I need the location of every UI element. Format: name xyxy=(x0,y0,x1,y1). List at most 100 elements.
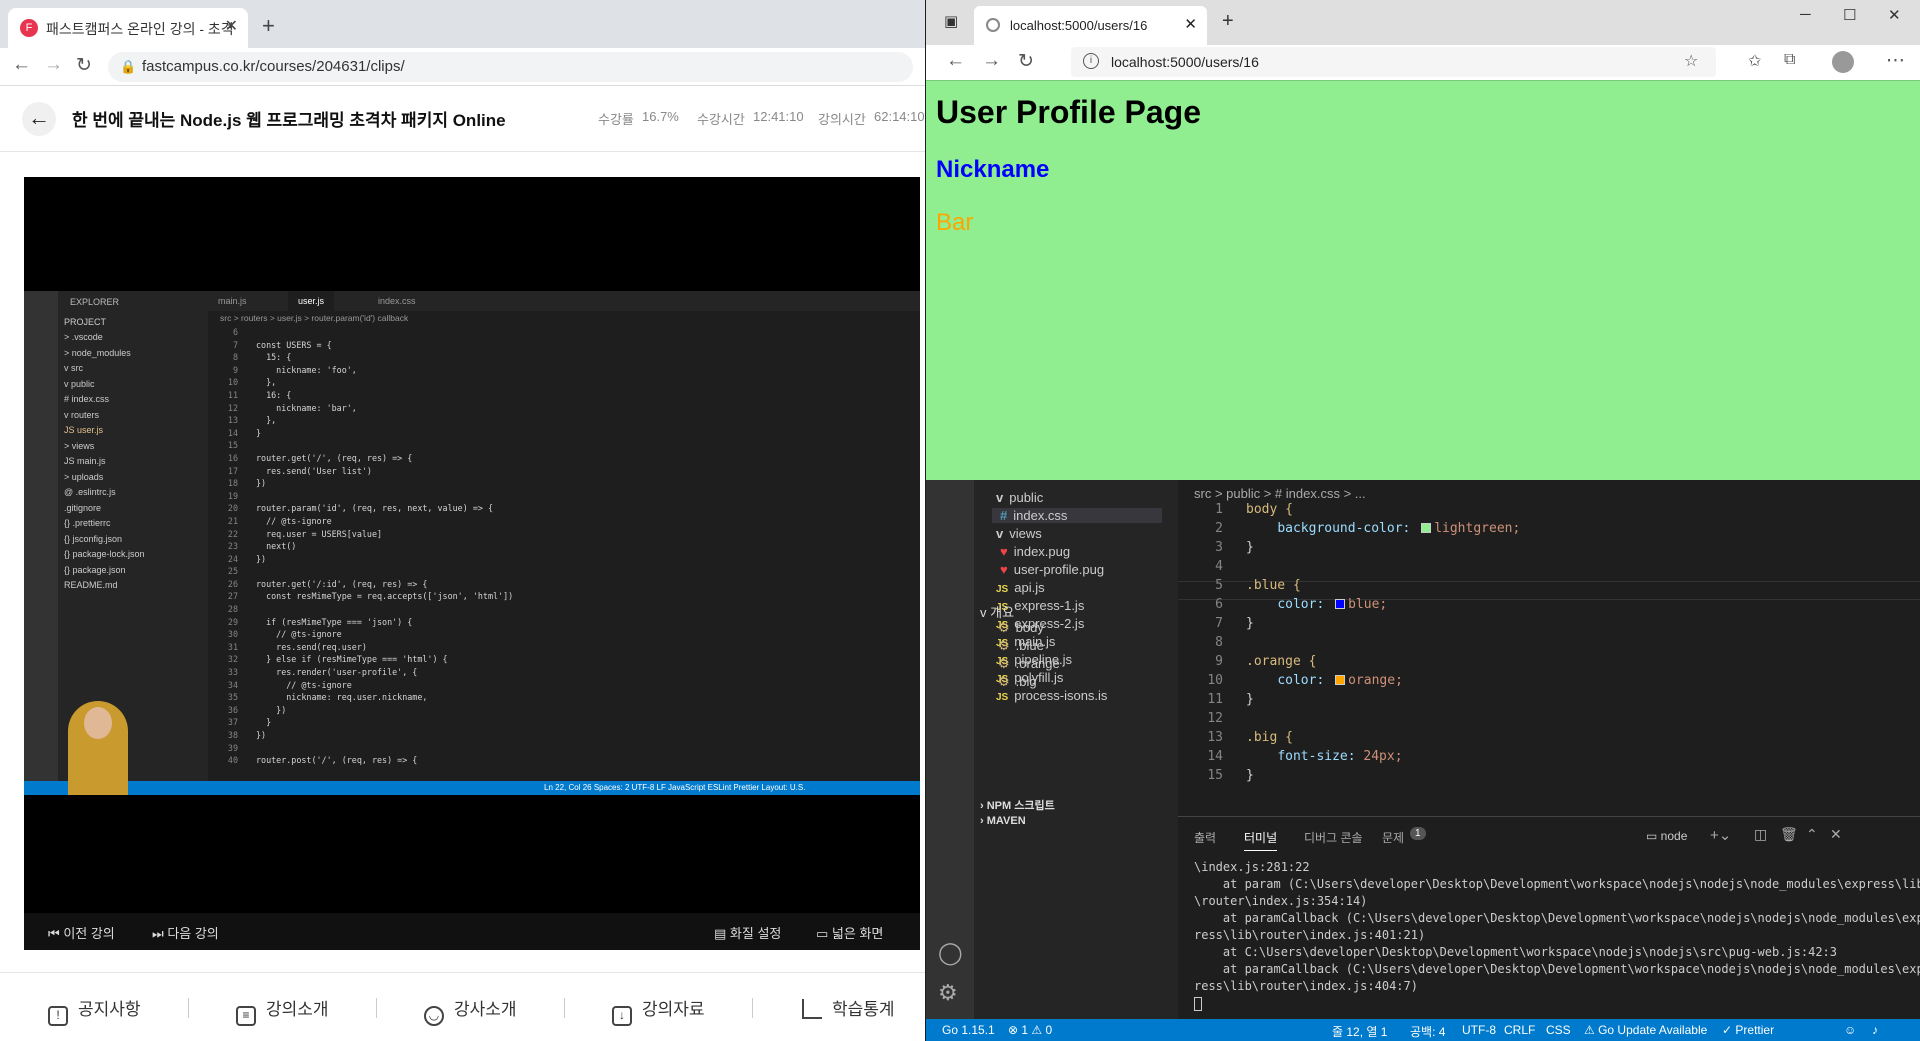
chevron-down-icon: v xyxy=(996,526,1004,541)
outline-item[interactable]: ⚙ .big xyxy=(998,674,1037,690)
terminal-output[interactable]: \index.js:281:22 at param (C:\Users\deve… xyxy=(1194,859,1920,995)
npm-scripts-section[interactable]: › NPM 스크립트 xyxy=(980,797,1055,813)
panel-tab-output[interactable]: 출력 xyxy=(1194,829,1216,846)
footer-tab-stats[interactable]: 학습통계 xyxy=(802,995,895,1020)
reload-icon[interactable]: ↻ xyxy=(1018,50,1034,73)
right-nav-bar: ← → ↻ i localhost:5000/users/16 ☆ ✩ ⧉ ⋯ xyxy=(926,45,1920,80)
right-address-bar[interactable]: i localhost:5000/users/16 xyxy=(1071,47,1716,77)
outline-header[interactable]: v 개요 xyxy=(980,602,1014,621)
close-tab-icon[interactable]: ✕ xyxy=(225,16,238,36)
forward-icon[interactable]: → xyxy=(44,54,63,76)
folder-item[interactable]: v views xyxy=(996,526,1042,541)
account-icon[interactable]: ◯ xyxy=(938,940,963,966)
line-ending[interactable]: CRLF xyxy=(1504,1023,1535,1037)
left-tab-strip: F 패스트캠퍼스 온라인 강의 - 초격 ✕ + xyxy=(0,0,925,48)
split-terminal-icon[interactable]: ◫ xyxy=(1754,826,1767,843)
next-lecture-label: 다음 강의 xyxy=(167,926,219,941)
color-swatch-icon[interactable] xyxy=(1335,675,1346,685)
maximize-icon[interactable]: ☐ xyxy=(1843,6,1856,24)
more-menu-icon[interactable]: ⋯ xyxy=(1886,49,1905,72)
file-item[interactable]: ♥ user-profile.pug xyxy=(1000,562,1104,577)
file-item[interactable]: ♥ index.pug xyxy=(1000,544,1070,559)
color-swatch-icon[interactable] xyxy=(1421,523,1432,533)
profile-avatar[interactable] xyxy=(1832,51,1854,73)
code-line: .blue { xyxy=(1246,578,1301,593)
quality-button[interactable]: ▤ 화질 설정 xyxy=(714,923,781,942)
collections-icon[interactable]: ⧉ xyxy=(1784,51,1795,69)
errors-warnings[interactable]: ⊗ 1 ⚠ 0 xyxy=(1008,1023,1052,1037)
footer-tab-instructor[interactable]: ◡ 강사소개 xyxy=(424,995,517,1026)
encoding[interactable]: UTF-8 xyxy=(1462,1023,1496,1037)
go-version[interactable]: Go 1.15.1 xyxy=(942,1023,995,1037)
video-player[interactable]: EXPLORER PROJECT > .vscode > node_modules v… xyxy=(24,177,920,950)
cursor-position[interactable]: 줄 12, 열 1 xyxy=(1332,1023,1387,1040)
video-tree-item: README.md xyxy=(64,580,118,590)
bottom-panel: 출력 터미널 디버그 콘솔 문제 1 ▭ node +⌄ ◫ 🗑 ⌃ ✕ \in… xyxy=(1178,816,1920,1019)
right-tab-strip: ▣ localhost:5000/users/16 ✕ + ─ ☐ ✕ xyxy=(926,0,1920,45)
code-line: } xyxy=(1246,692,1254,707)
wide-screen-button[interactable]: ▭ 넓은 화면 xyxy=(816,923,883,942)
right-url-text: localhost:5000/users/16 xyxy=(1111,54,1259,70)
footer-tab-materials[interactable]: ↓ 강의자료 xyxy=(612,995,705,1026)
new-tab-icon[interactable]: + xyxy=(262,13,275,39)
nickname-heading: Nickname xyxy=(936,156,1050,183)
chart-icon xyxy=(802,999,822,1019)
settings-gear-icon[interactable]: ⚙ xyxy=(938,980,958,1006)
folder-item[interactable]: v public xyxy=(996,490,1043,505)
feedback-icon[interactable]: ☺ xyxy=(1844,1023,1856,1037)
footer-tab-notice[interactable]: ! 공지사항 xyxy=(48,995,141,1026)
download-icon: ↓ xyxy=(612,1006,632,1026)
panel-tab-terminal[interactable]: 터미널 xyxy=(1244,829,1278,851)
back-icon[interactable]: ← xyxy=(946,50,965,72)
video-tab-index-css: index.css xyxy=(378,296,416,306)
minimize-icon[interactable]: ─ xyxy=(1800,6,1811,23)
outline-item[interactable]: ⚙ body xyxy=(998,620,1044,636)
video-code: const USERS = { 15: { nickname: 'foo', }… xyxy=(256,339,514,766)
tab-actions-icon[interactable]: ▣ xyxy=(944,12,958,30)
tree-item-label: api.js xyxy=(1014,580,1045,595)
outline-label: 개요 xyxy=(990,605,1015,620)
terminal-selector[interactable]: ▭ node xyxy=(1646,829,1687,843)
panel-tab-debug-console[interactable]: 디버그 콘솔 xyxy=(1304,829,1363,846)
outline-item[interactable]: ⚙ .orange xyxy=(998,656,1060,672)
left-address-bar[interactable]: 🔒 fastcampus.co.kr/courses/204631/clips/ xyxy=(108,52,913,82)
code-line: } xyxy=(1246,768,1254,783)
indent-spaces[interactable]: 공백: 4 xyxy=(1410,1023,1445,1040)
video-tree-item: > .vscode xyxy=(64,332,103,342)
reload-icon[interactable]: ↻ xyxy=(76,54,92,77)
outline-item[interactable]: ⚙ .blue xyxy=(998,638,1044,654)
maven-section[interactable]: › MAVEN xyxy=(980,815,1026,827)
instructor-face xyxy=(84,707,112,739)
file-item[interactable]: JS process-isons.is xyxy=(996,688,1107,703)
language-mode[interactable]: CSS xyxy=(1546,1023,1571,1037)
left-active-tab[interactable]: F 패스트캠퍼스 온라인 강의 - 초격 ✕ xyxy=(8,8,248,48)
back-icon[interactable]: ← xyxy=(12,54,31,76)
file-item[interactable]: # index.css xyxy=(992,508,1162,523)
panel-tab-problems[interactable]: 문제 xyxy=(1382,829,1404,846)
course-back-button[interactable]: ← xyxy=(22,102,56,136)
new-terminal-icon[interactable]: +⌄ xyxy=(1710,826,1731,844)
favorite-star-icon[interactable]: ☆ xyxy=(1684,51,1698,71)
next-lecture-button[interactable]: ⏭ 다음 강의 xyxy=(152,923,219,942)
favorites-icon[interactable]: ✩ xyxy=(1748,51,1761,71)
new-tab-icon[interactable]: + xyxy=(1222,10,1234,33)
close-tab-icon[interactable]: ✕ xyxy=(1184,15,1197,33)
window-close-icon[interactable]: ✕ xyxy=(1888,6,1901,24)
maximize-panel-icon[interactable]: ⌃ xyxy=(1806,826,1818,843)
file-item[interactable]: JS api.js xyxy=(996,580,1045,595)
go-update-notice[interactable]: ⚠ Go Update Available xyxy=(1584,1023,1707,1037)
close-panel-icon[interactable]: ✕ xyxy=(1830,826,1842,843)
prettier-status[interactable]: ✓ Prettier xyxy=(1722,1023,1774,1037)
js-file-icon: JS xyxy=(996,584,1009,595)
notifications-bell-icon[interactable]: ♪ xyxy=(1872,1023,1878,1037)
editor-code[interactable]: body { background-color: lightgreen;} .bl… xyxy=(1246,500,1520,785)
footer-tab-intro[interactable]: ≡ 강의소개 xyxy=(236,995,329,1026)
video-tree-item: {} package-lock.json xyxy=(64,549,145,559)
trash-icon[interactable]: 🗑 xyxy=(1780,826,1798,843)
color-swatch-icon[interactable] xyxy=(1335,599,1346,609)
code-line: } xyxy=(1246,616,1254,631)
prev-lecture-button[interactable]: ⏮ 이전 강의 xyxy=(48,923,115,942)
video-tree-item: PROJECT xyxy=(64,316,107,327)
right-active-tab[interactable]: localhost:5000/users/16 ✕ xyxy=(974,6,1207,45)
forward-icon[interactable]: → xyxy=(982,50,1001,72)
